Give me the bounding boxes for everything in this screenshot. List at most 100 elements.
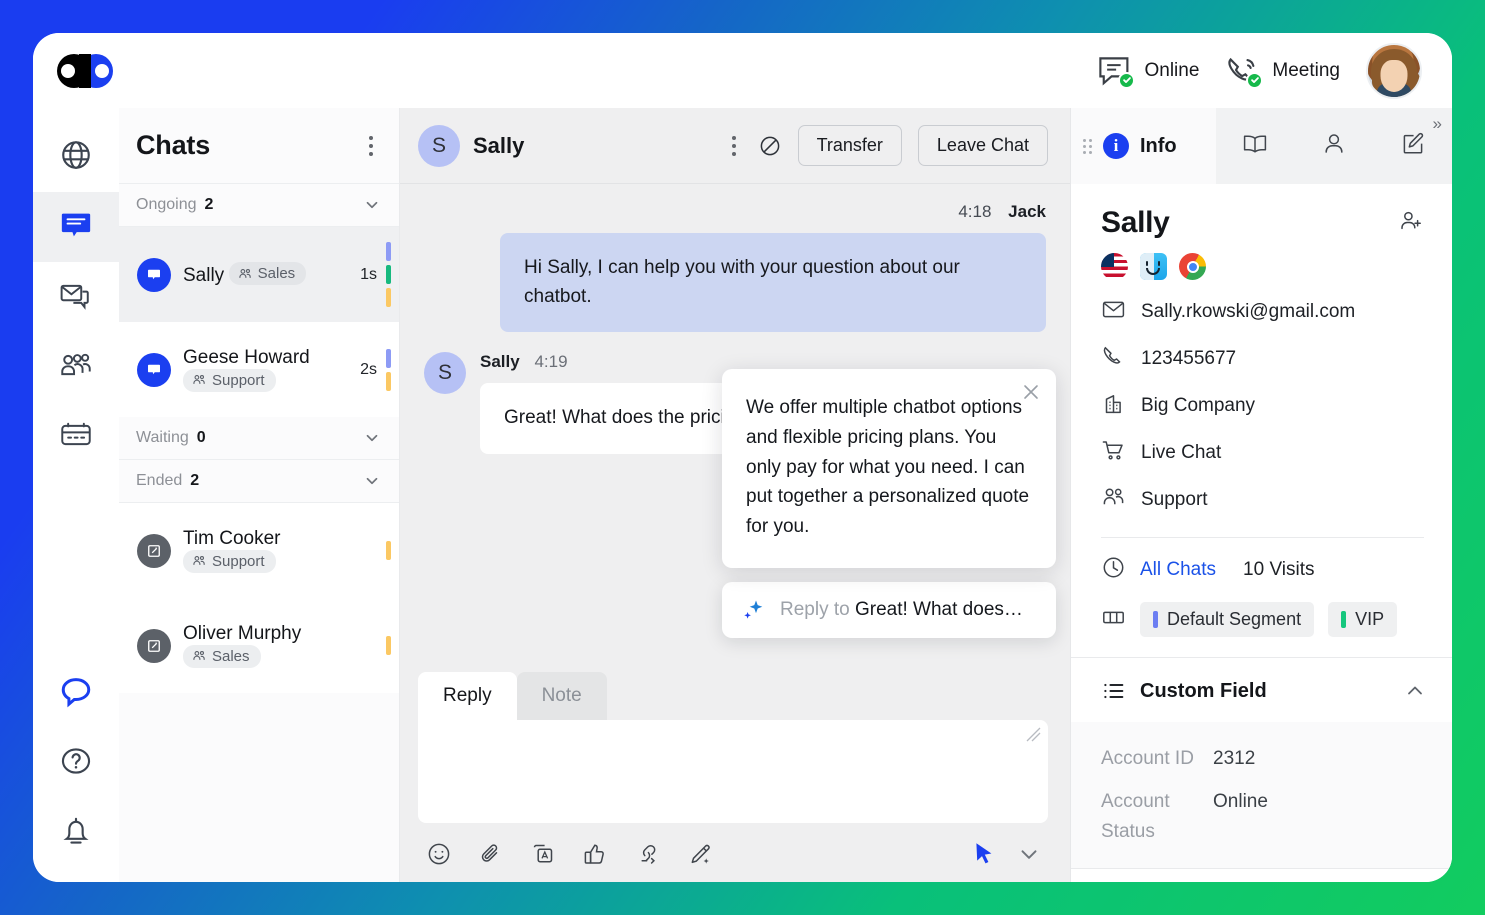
tab-knowledge[interactable] xyxy=(1216,108,1295,184)
group-ended[interactable]: Ended 2 xyxy=(119,460,399,503)
transfer-button[interactable]: Transfer xyxy=(797,125,902,166)
custom-variable-header[interactable]: Custom Variable xyxy=(1071,869,1452,882)
people-icon xyxy=(59,348,93,387)
chat-list-more-icon[interactable] xyxy=(363,130,379,162)
leave-chat-button[interactable]: Leave Chat xyxy=(917,125,1048,166)
link-share-icon[interactable] xyxy=(634,841,660,867)
tab-visitor[interactable] xyxy=(1294,108,1373,184)
contact-company: Big Company xyxy=(1141,395,1256,416)
chevron-up-icon[interactable] xyxy=(1404,680,1426,702)
chat-item-time: 1s xyxy=(360,265,377,283)
ai-suggestion-text: We offer multiple chatbot options and fl… xyxy=(746,397,1030,538)
chat-list-item-geese-howard[interactable]: Geese Howard Support 2s xyxy=(119,322,399,417)
segments-row: Default Segment VIP xyxy=(1101,602,1424,637)
attachment-icon[interactable] xyxy=(478,841,504,867)
chat-item-name: Oliver Murphy xyxy=(183,622,302,644)
segment-chip-default[interactable]: Default Segment xyxy=(1140,602,1315,637)
segment-label: Default Segment xyxy=(1167,609,1302,629)
custom-field-key: Account ID xyxy=(1101,748,1194,769)
online-status-toggle[interactable]: Online xyxy=(1097,55,1199,89)
contact-email: Sally.rkowski@gmail.com xyxy=(1141,301,1356,322)
rail-item-contacts[interactable] xyxy=(33,332,119,402)
email-icon xyxy=(1101,297,1126,327)
contact-phone-row: 123455677 xyxy=(1101,344,1424,374)
composer-send-group xyxy=(970,840,1042,868)
message-list: 4:18 Jack Hi Sally, I can help you with … xyxy=(400,184,1070,672)
meeting-status-toggle[interactable]: Meeting xyxy=(1225,55,1340,89)
custom-field-header[interactable]: Custom Field xyxy=(1071,658,1452,722)
agent-avatar[interactable] xyxy=(1366,42,1422,99)
phone-status-icon xyxy=(1225,55,1264,89)
chat-item-tag: Support xyxy=(183,549,276,573)
chat-item-tag-label: Support xyxy=(212,552,265,570)
bell-icon xyxy=(59,814,93,853)
segment-chip-vip[interactable]: VIP xyxy=(1328,602,1398,637)
block-visitor-icon[interactable] xyxy=(758,134,782,158)
emoji-icon[interactable] xyxy=(426,841,452,867)
rail-item-globe[interactable] xyxy=(33,122,119,192)
nav-rail xyxy=(33,108,119,882)
tab-reply[interactable]: Reply xyxy=(418,672,517,720)
add-user-icon[interactable] xyxy=(1398,208,1424,239)
custom-field-key: Account Status xyxy=(1101,791,1170,842)
info-divider xyxy=(1101,537,1424,538)
rail-item-livechat[interactable] xyxy=(33,658,119,728)
chevron-down-icon[interactable] xyxy=(363,196,381,214)
canned-response-icon[interactable] xyxy=(530,841,556,867)
ai-rewrite-icon[interactable] xyxy=(686,841,712,867)
rail-item-help[interactable] xyxy=(33,728,119,798)
edit-note-icon xyxy=(1399,130,1427,163)
chat-list-item-tim-cooker[interactable]: Tim Cooker Support xyxy=(119,503,399,598)
tab-info-label: Info xyxy=(1140,134,1177,157)
custom-field-value: Online xyxy=(1213,791,1268,813)
composer: Reply Note xyxy=(400,672,1070,882)
chevron-down-icon[interactable] xyxy=(1016,841,1042,867)
expand-panel-icon[interactable]: » xyxy=(1433,115,1442,132)
drag-handle-icon[interactable] xyxy=(1083,138,1092,154)
all-chats-link[interactable]: All Chats xyxy=(1140,559,1216,581)
rail-item-calendar[interactable] xyxy=(33,402,119,472)
chat-list-item-oliver-murphy[interactable]: Oliver Murphy Sales xyxy=(119,598,399,693)
list-icon xyxy=(1101,678,1127,704)
rail-item-notifications[interactable] xyxy=(33,798,119,868)
rail-item-tickets[interactable] xyxy=(33,262,119,332)
send-cursor-icon[interactable] xyxy=(970,840,998,868)
person-icon xyxy=(1320,130,1348,163)
custom-field-value: 2312 xyxy=(1213,748,1256,769)
contact-badges xyxy=(1101,253,1424,280)
ai-suggestion-card[interactable]: We offer multiple chatbot options and fl… xyxy=(722,369,1056,569)
app-body: Chats Ongoing 2 Sally Sales 1s Geese How… xyxy=(33,108,1452,882)
contact-section: Sally Sally.rkowski@gmail.com 123455677 … xyxy=(1071,184,1452,657)
chat-item-name: Tim Cooker xyxy=(183,527,281,549)
rail-item-chats[interactable] xyxy=(33,192,119,262)
composer-toolbar xyxy=(418,823,1048,868)
chevron-down-icon[interactable] xyxy=(363,429,381,447)
composer-tabs: Reply Note xyxy=(418,672,1048,720)
ai-reply-to-row[interactable]: Reply to Great! What does… xyxy=(722,582,1056,639)
ai-reply-label: Reply to Great! What does… xyxy=(780,599,1023,621)
conversation-header: S Sally Transfer Leave Chat xyxy=(400,108,1070,184)
chat-list-item-sally[interactable]: Sally Sales 1s xyxy=(119,227,399,322)
tab-info[interactable]: i Info xyxy=(1071,108,1216,184)
custom-field-body: Account ID 2312 Account Status Online xyxy=(1071,722,1452,869)
custom-field-row: Account ID 2312 xyxy=(1101,744,1422,773)
contact-name: Sally xyxy=(1101,206,1170,239)
chat-item-meta: Oliver Murphy Sales xyxy=(183,623,377,669)
message-meta: 4:18 Jack xyxy=(958,202,1046,222)
group-waiting-label: Waiting xyxy=(136,429,189,446)
resize-handle-icon[interactable] xyxy=(1025,726,1041,742)
chat-item-meta: Geese Howard Support xyxy=(183,347,360,393)
composer-editor[interactable] xyxy=(418,720,1048,823)
clock-icon xyxy=(1101,555,1126,585)
thumbs-up-icon[interactable] xyxy=(582,841,608,867)
group-waiting[interactable]: Waiting 0 xyxy=(119,417,399,460)
group-ongoing-label: Ongoing xyxy=(136,196,197,213)
group-ongoing[interactable]: Ongoing 2 xyxy=(119,184,399,227)
chat-item-status-bars xyxy=(386,242,391,307)
close-icon[interactable] xyxy=(1020,381,1042,403)
message-sender: Jack xyxy=(1008,202,1046,221)
conversation-more-icon[interactable] xyxy=(726,130,742,162)
chevron-down-icon[interactable] xyxy=(363,472,381,490)
tab-note[interactable]: Note xyxy=(516,672,607,720)
contact-channel: Live Chat xyxy=(1141,442,1222,463)
